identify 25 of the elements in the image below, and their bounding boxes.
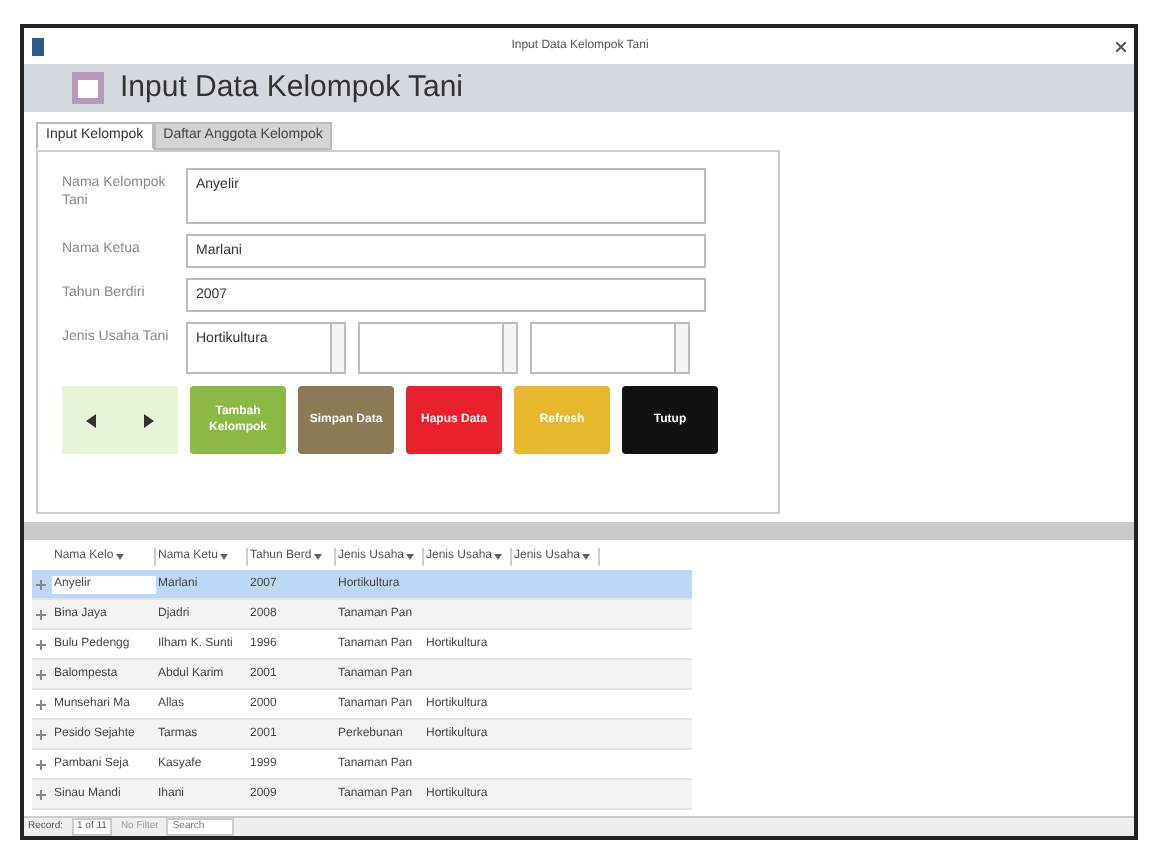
- app-icon: [32, 37, 44, 55]
- expand-icon[interactable]: [36, 609, 46, 619]
- expand-icon[interactable]: [36, 669, 46, 679]
- dropdown-icon[interactable]: [313, 554, 322, 560]
- expand-icon[interactable]: [36, 699, 46, 709]
- dropdown-icon[interactable]: [582, 554, 591, 560]
- dropdown-icon[interactable]: [406, 554, 415, 560]
- expand-icon[interactable]: [36, 579, 46, 589]
- dropdown-icon[interactable]: [220, 554, 229, 560]
- close-icon[interactable]: [1116, 41, 1126, 51]
- dropdown-icon[interactable]: [115, 554, 124, 560]
- expand-icon[interactable]: [36, 729, 46, 739]
- left-arrow-icon: [86, 413, 96, 427]
- scrollbar-icon: [502, 324, 516, 372]
- scrollbar-icon: [674, 324, 688, 372]
- expand-icon[interactable]: [36, 759, 46, 769]
- form-title: Input Data Kelompok Tani: [120, 67, 463, 108]
- scrollbar-icon: [330, 324, 344, 372]
- right-arrow-icon: [144, 413, 154, 427]
- list-box[interactable]: [358, 322, 518, 374]
- dropdown-icon[interactable]: [494, 554, 503, 560]
- form-icon: [72, 72, 104, 104]
- expand-icon[interactable]: [36, 789, 46, 799]
- expand-icon[interactable]: [36, 639, 46, 649]
- list-box[interactable]: [530, 322, 690, 374]
